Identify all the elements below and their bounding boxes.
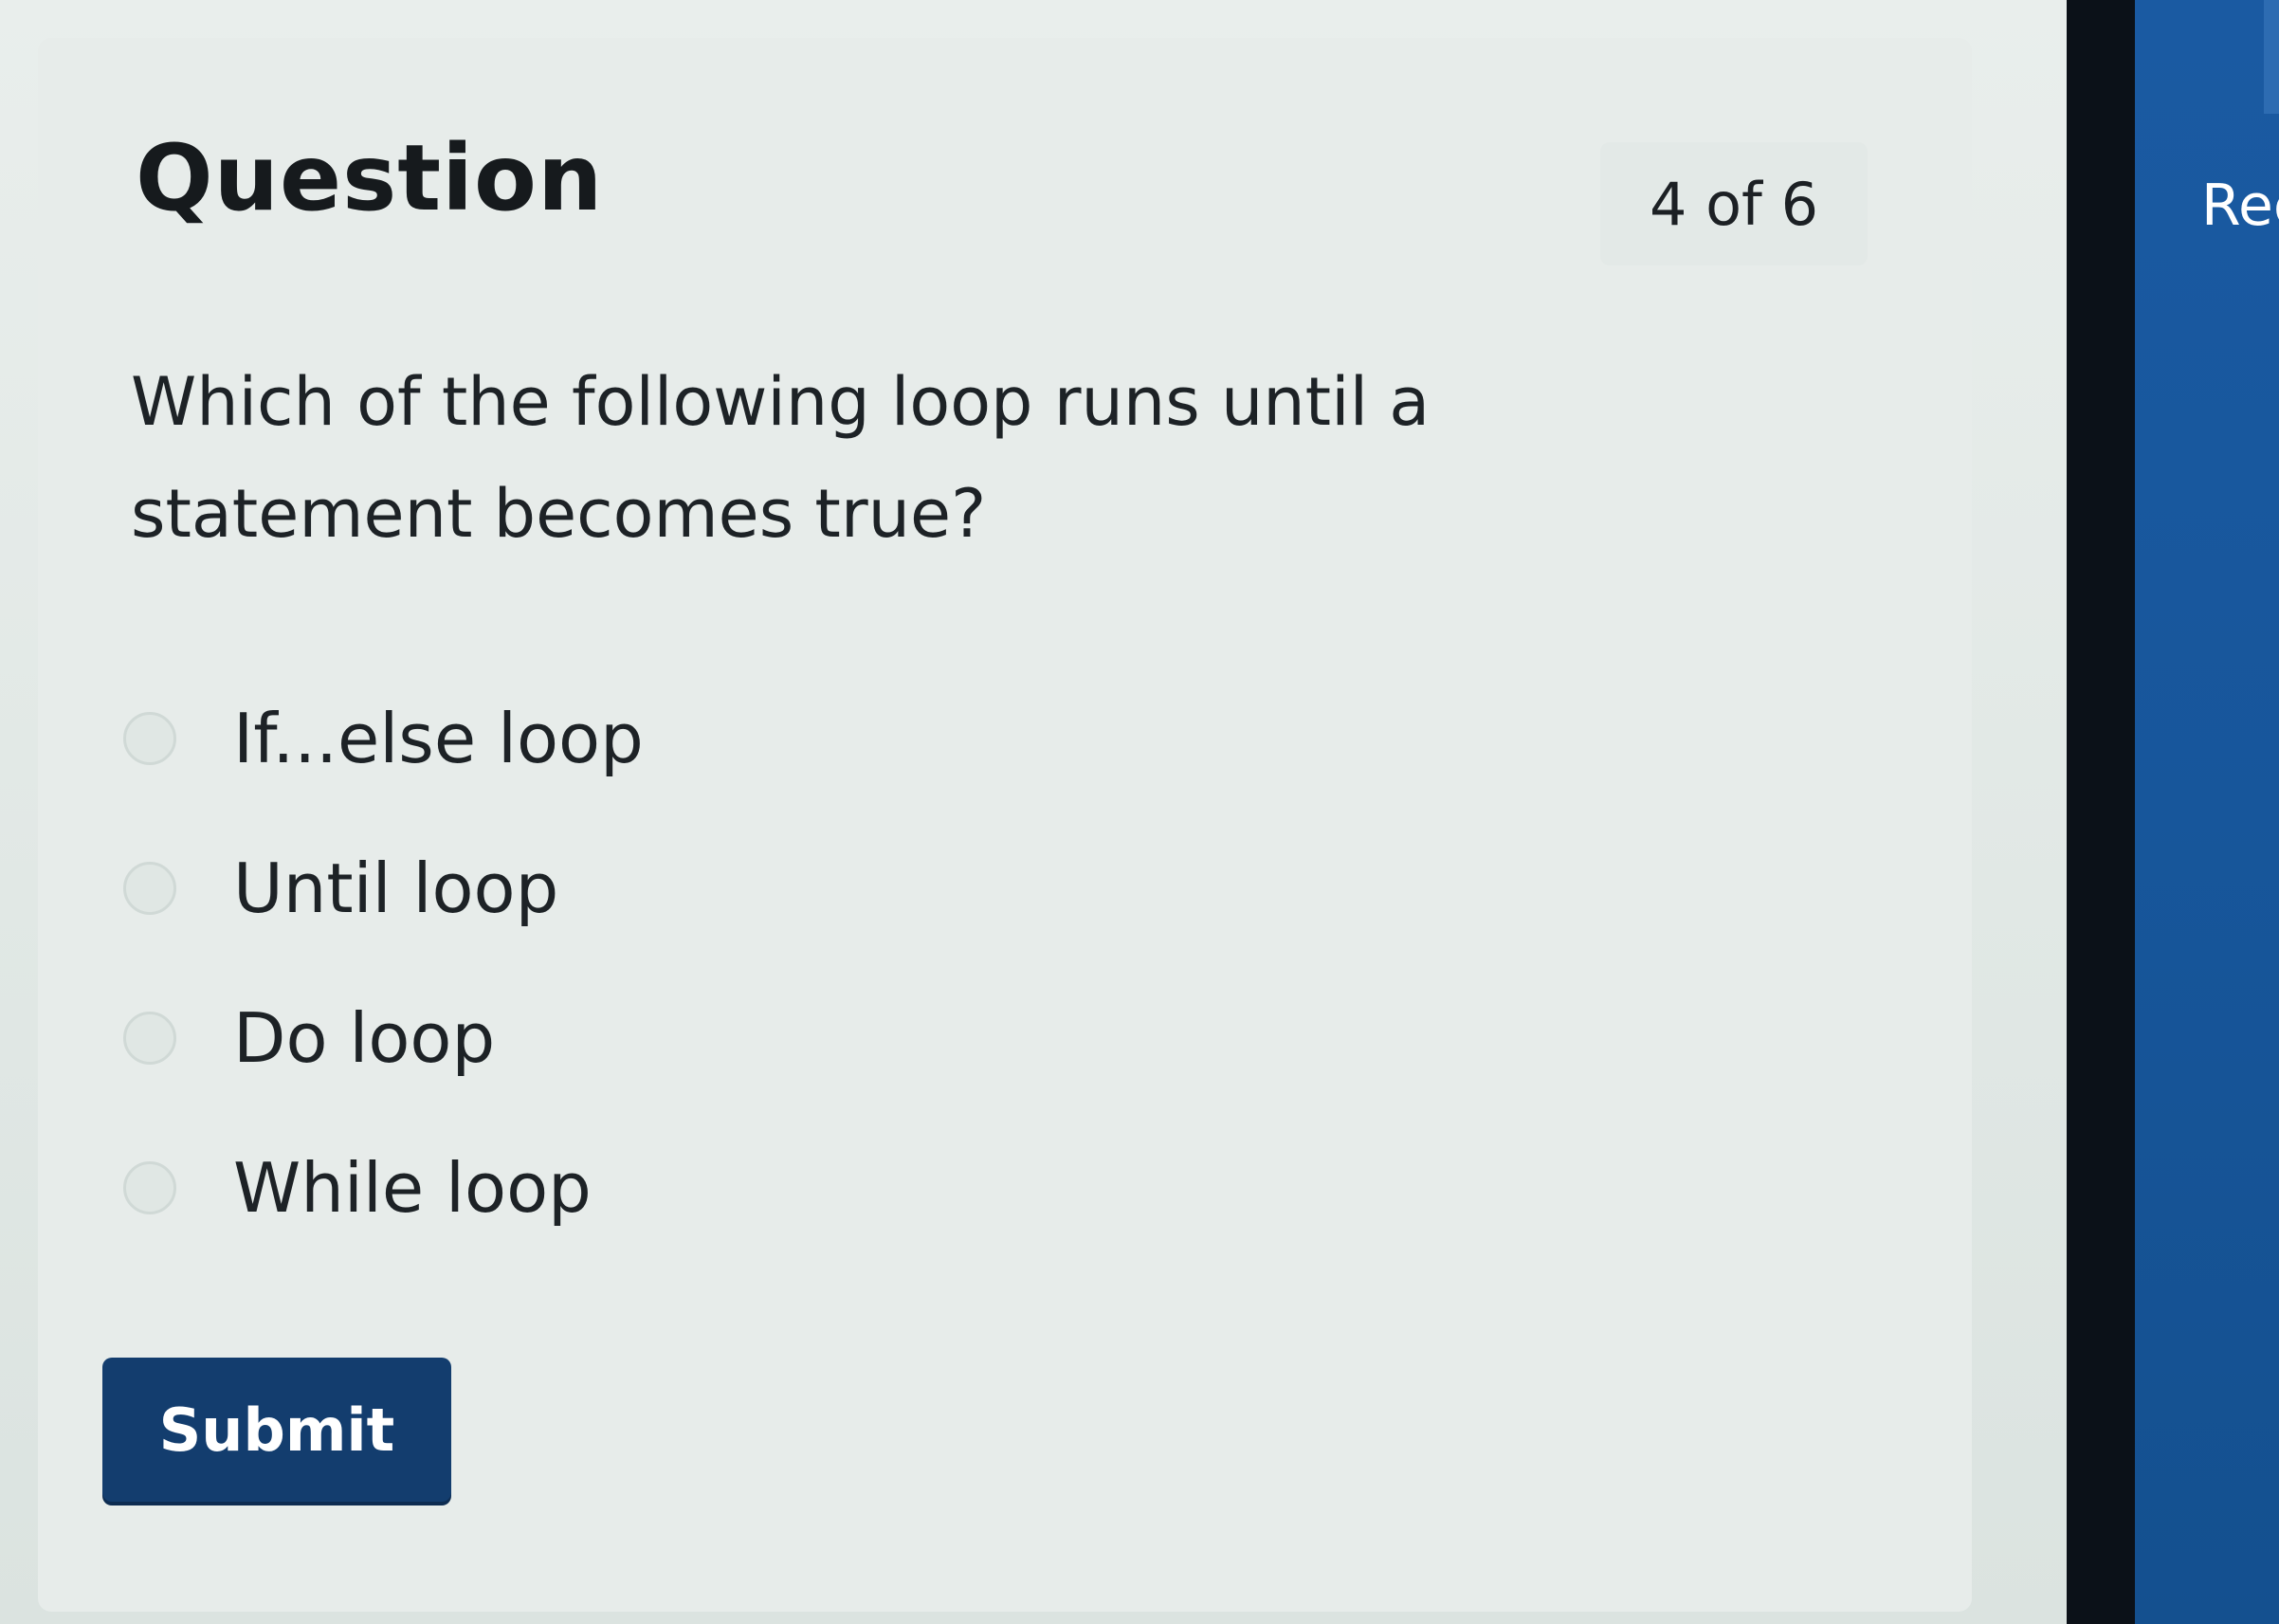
- quiz-panel: Question 4 of 6 Which of the following l…: [0, 0, 2067, 1624]
- answer-option-if-else[interactable]: If...else loop: [123, 664, 1450, 813]
- answer-option-while[interactable]: While loop: [123, 1113, 1450, 1263]
- question-counter-text: 4 of 6: [1649, 169, 1819, 239]
- submit-button[interactable]: Submit: [102, 1358, 451, 1502]
- radio-button[interactable]: [123, 1012, 176, 1065]
- question-heading: Question: [136, 125, 604, 231]
- screen-bezel: [2067, 0, 2135, 1624]
- side-panel-label[interactable]: Rec: [2201, 173, 2279, 239]
- question-counter: 4 of 6: [1600, 142, 1868, 265]
- side-panel-accent: [2264, 0, 2279, 114]
- answer-option-do[interactable]: Do loop: [123, 963, 1450, 1113]
- radio-button[interactable]: [123, 862, 176, 915]
- answer-option-label[interactable]: Until loop: [233, 848, 558, 928]
- side-panel: Rec: [2135, 0, 2279, 1624]
- radio-button[interactable]: [123, 712, 176, 765]
- answer-option-until[interactable]: Until loop: [123, 813, 1450, 963]
- answer-option-label[interactable]: Do loop: [233, 998, 495, 1078]
- radio-button[interactable]: [123, 1161, 176, 1214]
- question-text: Which of the following loop runs until a…: [131, 363, 1431, 553]
- answer-option-label[interactable]: If...else loop: [233, 699, 644, 778]
- answer-options: If...else loop Until loop Do loop While …: [123, 664, 1450, 1263]
- answer-option-label[interactable]: While loop: [233, 1148, 592, 1228]
